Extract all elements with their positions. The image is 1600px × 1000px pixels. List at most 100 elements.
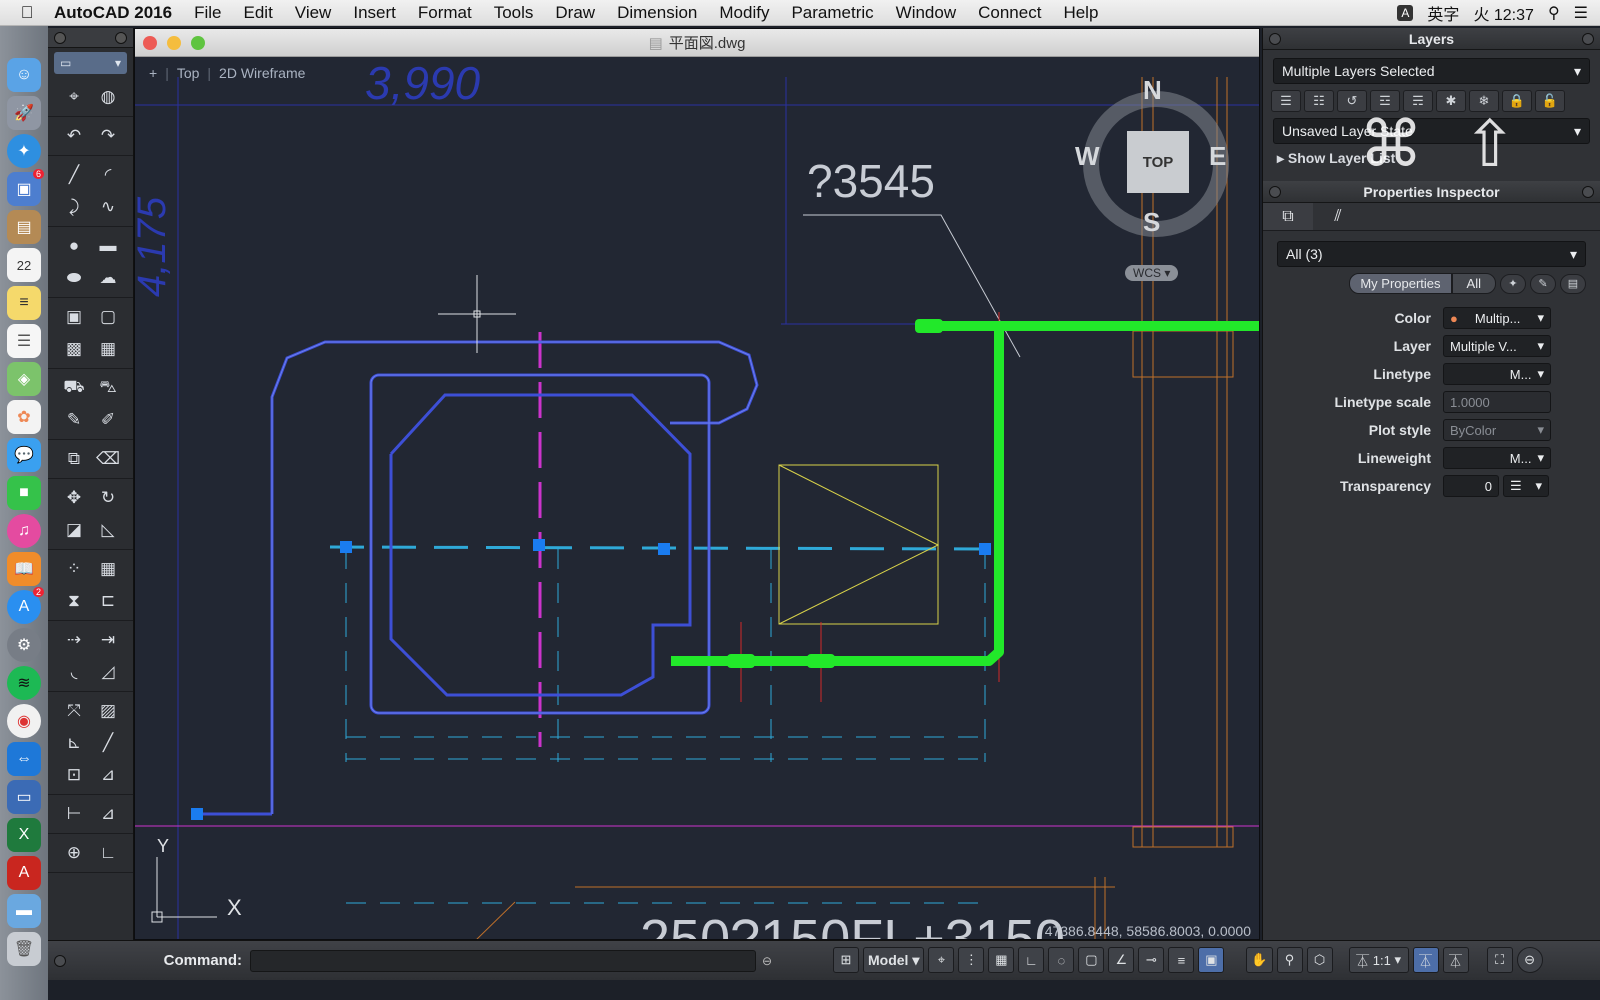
menu-draw[interactable]: Draw xyxy=(555,3,595,23)
palette-close-icon[interactable] xyxy=(54,32,66,44)
maps-icon[interactable]: ◈ xyxy=(7,362,41,396)
break-tool-icon[interactable]: ⊾ xyxy=(58,728,90,758)
layer-select-dropdown[interactable]: Multiple Layers Selected ▾ xyxy=(1273,58,1590,84)
photos-preview-icon[interactable]: ▣ 6 xyxy=(7,169,44,206)
system-preferences-icon[interactable]: ⚙ xyxy=(7,628,41,662)
new-layer-icon[interactable]: ☰ xyxy=(1271,90,1301,112)
spotlight-icon[interactable]: ⚲ xyxy=(1548,3,1560,23)
copy-clip-icon[interactable]: ⧉ xyxy=(58,444,90,474)
menu-parametric[interactable]: Parametric xyxy=(791,3,873,23)
lineweight-display-icon[interactable]: ≡ xyxy=(1168,947,1195,973)
layers-options-icon[interactable] xyxy=(1582,33,1594,45)
snap-mode-icon[interactable]: ⌖ xyxy=(928,947,955,973)
ucs-tool-icon[interactable]: ∟ xyxy=(92,838,124,868)
circle-tool-icon[interactable]: ● xyxy=(58,231,90,261)
layer-properties-icon[interactable]: ☷ xyxy=(1304,90,1334,112)
safari-icon[interactable]: ✦ xyxy=(7,134,41,168)
spotify-icon[interactable]: ≋ xyxy=(7,666,41,700)
model-space-button[interactable]: Model ▾ xyxy=(863,947,925,973)
apple-menu-icon[interactable]:  xyxy=(0,3,54,23)
object-snap-icon[interactable]: ▢ xyxy=(1078,947,1105,973)
extend-tool-icon[interactable]: ⇥ xyxy=(92,625,124,655)
trim-tool-icon[interactable]: ⇢ xyxy=(58,625,90,655)
prop-value-layer[interactable]: Multiple V... ▾ xyxy=(1443,335,1551,357)
region-tool-icon[interactable]: ▣ xyxy=(58,302,90,332)
command-input[interactable] xyxy=(250,949,756,972)
excel-icon[interactable]: X xyxy=(7,818,41,852)
viewcube-top-face[interactable]: TOP xyxy=(1127,131,1189,193)
viewcube-toggle-icon[interactable]: ⬡ xyxy=(1306,947,1333,973)
prop-value-transparency[interactable]: 0 xyxy=(1443,475,1499,497)
polar-tracking-icon[interactable]: ◌ xyxy=(1048,947,1075,973)
selection-cycling-icon[interactable]: ▣ xyxy=(1198,947,1225,973)
array-tool-icon[interactable]: ▦ xyxy=(92,554,124,584)
my-properties-button[interactable]: My Properties xyxy=(1349,273,1452,294)
spline-tool-icon[interactable]: ∿ xyxy=(92,192,124,222)
properties-collapse-icon[interactable] xyxy=(1269,186,1281,198)
create-block-icon[interactable]: ⛍ xyxy=(92,373,124,403)
mirror-tool-icon[interactable]: ⧗ xyxy=(58,586,90,616)
measure-tool-icon[interactable]: ⊕ xyxy=(58,838,90,868)
insert-block-icon[interactable]: ⛟ xyxy=(58,373,90,403)
menu-tools[interactable]: Tools xyxy=(494,3,534,23)
viewcube[interactable]: N S E W TOP xyxy=(1075,75,1251,271)
undo-icon[interactable]: ↶ xyxy=(58,121,90,151)
line-tool-icon[interactable]: ╱ xyxy=(58,160,90,190)
erase-tool-icon[interactable]: ⌫ xyxy=(92,444,124,474)
autocad-icon[interactable]: A xyxy=(7,856,41,890)
menubar-clock[interactable]: 火 12:37 xyxy=(1473,1,1534,25)
annotation-visibility-icon[interactable]: ⏄ xyxy=(1412,947,1439,973)
input-method-label[interactable]: 英字 xyxy=(1427,1,1459,25)
app-store-icon[interactable]: A2 xyxy=(7,587,44,624)
aligned-dimension-icon[interactable]: ⊿ xyxy=(92,799,124,829)
lengthen-tool-icon[interactable]: ╱ xyxy=(92,728,124,758)
command-bar-grip-icon[interactable] xyxy=(54,954,66,967)
dim-top-text[interactable]: 3,990 xyxy=(365,57,481,109)
select-tool-icon[interactable]: ⌖ xyxy=(58,82,90,112)
redo-icon[interactable]: ↷ xyxy=(92,121,124,151)
menu-format[interactable]: Format xyxy=(418,3,472,23)
messages-icon[interactable]: 💬 xyxy=(7,438,41,472)
explode-tool-icon[interactable]: ⤧ xyxy=(58,696,90,726)
contacts-icon[interactable]: ▤ xyxy=(7,210,41,244)
menu-view[interactable]: View xyxy=(295,3,332,23)
rotate-tool-icon[interactable]: ↻ xyxy=(92,483,124,513)
itunes-icon[interactable]: ♫ xyxy=(7,514,41,548)
grid-icon[interactable]: ▦ xyxy=(988,947,1015,973)
pick-object-icon[interactable]: ✎ xyxy=(1530,273,1556,294)
match-properties-icon[interactable]: ✎ xyxy=(58,405,90,435)
finder-icon[interactable]: ☺ xyxy=(7,58,41,92)
chamfer-tool-icon[interactable]: ◿ xyxy=(92,657,124,687)
dynamic-input-icon[interactable]: ⊸ xyxy=(1138,947,1165,973)
layout-grid-icon[interactable]: ⊞ xyxy=(833,947,859,973)
prop-value-linetype[interactable]: M... ▾ xyxy=(1443,363,1551,385)
rectangle-tool-icon[interactable]: ▬ xyxy=(92,231,124,261)
tool-set-dropdown[interactable]: ▭ ▾ xyxy=(54,52,127,74)
calendar-icon[interactable]: 22 xyxy=(7,248,41,282)
photos-icon[interactable]: ✿ xyxy=(7,400,41,434)
menu-help[interactable]: Help xyxy=(1063,3,1098,23)
menu-modify[interactable]: Modify xyxy=(719,3,769,23)
boundary-tool-icon[interactable]: ▢ xyxy=(92,302,124,332)
wipeout-tool-icon[interactable]: ▦ xyxy=(92,334,124,364)
object-snap-tracking-icon[interactable]: ∠ xyxy=(1108,947,1135,973)
notification-center-icon[interactable]: ☰ xyxy=(1574,3,1588,23)
zoom-window-icon[interactable] xyxy=(191,36,205,50)
annotation-scale-button[interactable]: ⏄ 1:1 ▾ xyxy=(1348,947,1409,973)
prop-value-linetype-scale[interactable]: 1.0000 xyxy=(1443,391,1551,413)
grid-display-icon[interactable]: ⋮ xyxy=(958,947,985,973)
dim-left-text[interactable]: 4,175 xyxy=(135,196,174,297)
chrome-icon[interactable]: ◉ xyxy=(7,704,41,738)
move-tool-icon[interactable]: ✥ xyxy=(58,483,90,513)
notes-icon[interactable]: ≡ xyxy=(7,286,41,320)
compass-west[interactable]: W xyxy=(1075,141,1100,172)
compass-east[interactable]: E xyxy=(1209,141,1226,172)
menu-window[interactable]: Window xyxy=(896,3,956,23)
arc-tool-icon[interactable]: ◜ xyxy=(92,160,124,190)
compass-south[interactable]: S xyxy=(1143,207,1160,238)
compass-north[interactable]: N xyxy=(1143,75,1162,106)
visual-style-button[interactable]: 2D Wireframe xyxy=(219,65,305,81)
ortho-mode-icon[interactable]: ∟ xyxy=(1018,947,1045,973)
ellipse-tool-icon[interactable]: ⬬ xyxy=(58,263,90,293)
scale-tool-icon[interactable]: ◪ xyxy=(58,515,90,545)
